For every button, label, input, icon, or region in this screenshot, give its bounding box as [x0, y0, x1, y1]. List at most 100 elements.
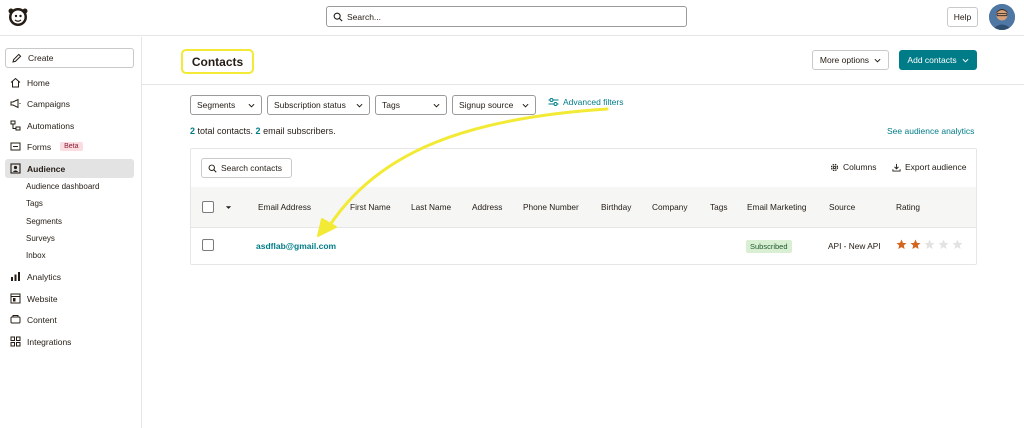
- contact-email-link[interactable]: asdflab@gmail.com: [256, 241, 336, 251]
- sidebar-item-label: Campaigns: [27, 98, 70, 109]
- sidebar-item-content[interactable]: Content: [5, 310, 134, 329]
- sidebar-item-home[interactable]: Home: [5, 73, 134, 92]
- chevron-down-icon: [356, 103, 363, 108]
- sidebar-item-analytics[interactable]: Analytics: [5, 267, 134, 286]
- table-header: Email Address First Name Last Name Addre…: [191, 187, 976, 227]
- divider: [142, 84, 1024, 85]
- sidebar-item-label: Website: [27, 293, 58, 304]
- add-contacts-label: Add contacts: [907, 55, 957, 65]
- status-badge: Subscribed: [746, 240, 792, 253]
- sidebar-item-audience[interactable]: Audience: [5, 159, 134, 178]
- help-button[interactable]: Help: [947, 7, 978, 27]
- sidebar-item-label: Audience: [27, 163, 66, 174]
- filter-label: Tags: [382, 100, 400, 110]
- row-checkbox[interactable]: [202, 239, 214, 251]
- filter-subscription-status[interactable]: Subscription status: [267, 95, 370, 115]
- filter-label: Segments: [197, 100, 236, 110]
- column-header-rating[interactable]: Rating: [896, 202, 920, 212]
- search-contacts-label: Search contacts: [221, 163, 282, 173]
- sidebar-item-label: Analytics: [27, 271, 62, 282]
- create-button[interactable]: Create: [5, 48, 134, 68]
- export-icon: [892, 163, 901, 172]
- pencil-icon: [12, 53, 22, 63]
- chevron-down-icon: [874, 58, 881, 63]
- search-icon: [208, 164, 217, 173]
- global-search-input[interactable]: Search...: [326, 6, 687, 27]
- column-header-first-name[interactable]: First Name: [350, 202, 391, 212]
- column-header-address[interactable]: Address: [472, 202, 502, 212]
- rating-stars[interactable]: [896, 239, 963, 250]
- sidebar-item-label: Forms: [27, 141, 52, 152]
- search-contacts-button[interactable]: Search contacts: [201, 158, 292, 178]
- caret-down-icon[interactable]: [225, 204, 232, 211]
- contacts-table: Search contacts Columns Export audience …: [190, 148, 977, 265]
- automation-icon: [10, 120, 21, 131]
- sidebar-item-website[interactable]: Website: [5, 289, 134, 308]
- avatar[interactable]: [989, 4, 1015, 30]
- more-options-button[interactable]: More options: [812, 50, 889, 70]
- filter-tags[interactable]: Tags: [375, 95, 447, 115]
- sidebar-item-label: Automations: [27, 120, 75, 131]
- add-contacts-button[interactable]: Add contacts: [899, 50, 977, 70]
- chevron-down-icon: [522, 103, 529, 108]
- content-icon: [10, 314, 21, 325]
- mailchimp-logo-icon[interactable]: [6, 4, 30, 28]
- sidebar-subitem-inbox[interactable]: Inbox: [26, 251, 46, 260]
- filter-segments[interactable]: Segments: [190, 95, 262, 115]
- sidebar-subitem-audience-dashboard[interactable]: Audience dashboard: [26, 182, 99, 191]
- column-header-birthday[interactable]: Birthday: [601, 202, 631, 212]
- audience-analytics-link[interactable]: See audience analytics: [887, 126, 974, 136]
- sidebar-item-label: Content: [27, 314, 57, 325]
- star-empty-icon[interactable]: [938, 239, 949, 250]
- column-header-email[interactable]: Email Address: [258, 202, 311, 212]
- star-filled-icon[interactable]: [896, 239, 907, 250]
- home-icon: [10, 77, 21, 88]
- column-header-source[interactable]: Source: [829, 202, 855, 212]
- sidebar-item-integrations[interactable]: Integrations: [5, 332, 134, 351]
- sidebar-item-label: Integrations: [27, 336, 72, 347]
- sidebar-subitem-tags[interactable]: Tags: [26, 199, 43, 208]
- analytics-icon: [10, 271, 21, 282]
- megaphone-icon: [10, 98, 21, 109]
- filter-signup-source[interactable]: Signup source: [452, 95, 536, 115]
- advanced-filters-label: Advanced filters: [563, 97, 624, 107]
- columns-label: Columns: [843, 162, 877, 172]
- search-placeholder: Search...: [347, 11, 382, 22]
- sidebar-item-forms[interactable]: Forms Beta: [5, 137, 134, 156]
- page-title: Contacts: [181, 49, 254, 74]
- filter-label: Subscription status: [274, 100, 346, 110]
- star-filled-icon[interactable]: [910, 239, 921, 250]
- total-contacts-text: total contacts.: [195, 126, 256, 136]
- star-empty-icon[interactable]: [952, 239, 963, 250]
- select-all-checkbox[interactable]: [202, 201, 214, 213]
- column-header-last-name[interactable]: Last Name: [411, 202, 451, 212]
- sidebar-item-label: Home: [27, 77, 50, 88]
- star-empty-icon[interactable]: [924, 239, 935, 250]
- column-header-phone[interactable]: Phone Number: [523, 202, 579, 212]
- beta-badge: Beta: [60, 142, 83, 151]
- column-header-tags[interactable]: Tags: [710, 202, 728, 212]
- column-header-email-marketing[interactable]: Email Marketing: [747, 202, 806, 212]
- contact-source: API - New API: [828, 241, 881, 251]
- sliders-icon: [548, 98, 559, 106]
- divider: [191, 227, 976, 228]
- sidebar: Create Home Campaigns Automations Forms …: [0, 37, 142, 428]
- chevron-down-icon: [248, 103, 255, 108]
- column-header-company[interactable]: Company: [652, 202, 688, 212]
- form-icon: [10, 141, 21, 152]
- export-audience-button[interactable]: Export audience: [892, 162, 966, 172]
- sidebar-subitem-segments[interactable]: Segments: [26, 217, 62, 226]
- more-options-label: More options: [819, 55, 870, 65]
- sidebar-item-campaigns[interactable]: Campaigns: [5, 94, 134, 113]
- contacts-summary: 2 total contacts. 2 email subscribers.: [190, 126, 336, 136]
- email-subscribers-text: email subscribers.: [260, 126, 336, 136]
- create-label: Create: [28, 53, 54, 63]
- sidebar-subitem-surveys[interactable]: Surveys: [26, 234, 55, 243]
- sidebar-item-automations[interactable]: Automations: [5, 116, 134, 135]
- advanced-filters-link[interactable]: Advanced filters: [548, 97, 623, 107]
- top-bar: Search... Help: [0, 0, 1024, 36]
- gear-icon: [830, 163, 839, 171]
- search-icon: [333, 12, 343, 22]
- columns-button[interactable]: Columns: [830, 162, 877, 172]
- integrations-icon: [10, 336, 21, 347]
